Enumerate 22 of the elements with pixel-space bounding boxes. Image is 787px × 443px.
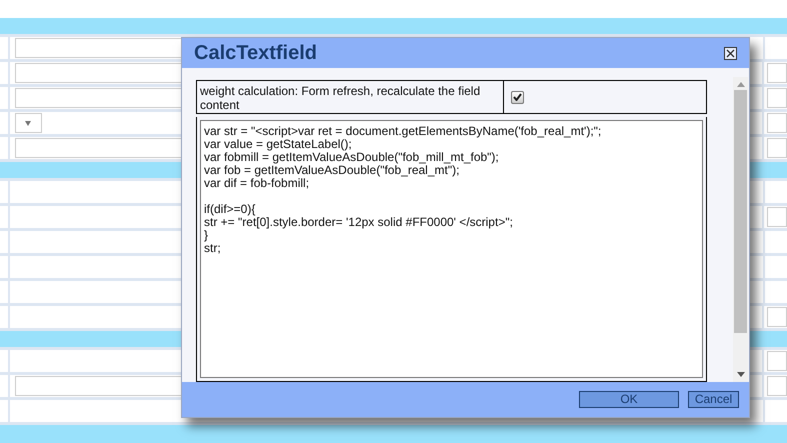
checkbox[interactable]	[511, 90, 524, 104]
code-field[interactable]: var str = "<script>var ret = document.getElementsByName('fob_real_mt');"; var value = getStateLabel(); var fobmill = getItemValueAsDouble("fob_mill_mt_fob"); var fob = getItemValueAsDouble("fob_real_mt"); var dif = fob-fobmill; if(dif>=0){ str += "ret[0].style.border= '12px solid #FF0000' </script>"; } str;	[200, 120, 703, 378]
input-field[interactable]	[767, 307, 787, 327]
input-field[interactable]	[767, 113, 787, 133]
scroll-up-icon[interactable]	[736, 82, 744, 87]
dialog-title: CalcTextfield	[194, 41, 317, 66]
option-label: weight calculation: Form refresh, recalculate the field content	[197, 81, 504, 113]
dropdown[interactable]	[14, 113, 42, 133]
input-field[interactable]	[767, 207, 787, 227]
input-field[interactable]	[767, 351, 787, 371]
cancel-button[interactable]: Cancel	[688, 391, 739, 408]
close-button[interactable]	[724, 46, 737, 60]
checkmark-icon	[513, 93, 522, 101]
input-field[interactable]	[767, 88, 787, 108]
scrollbar[interactable]	[733, 77, 748, 382]
input-field[interactable]	[767, 138, 787, 158]
ok-button[interactable]: OK	[579, 391, 679, 408]
input-field[interactable]	[767, 63, 787, 83]
dropdown-arrow-icon	[25, 120, 32, 126]
scrollbar-thumb[interactable]	[734, 90, 747, 333]
input-field[interactable]	[767, 376, 787, 396]
scroll-down-icon[interactable]	[736, 372, 744, 377]
